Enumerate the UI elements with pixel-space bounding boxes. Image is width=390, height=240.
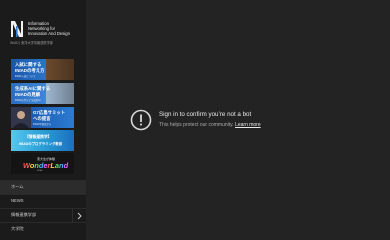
nav-item-home[interactable]: ホーム — [0, 180, 86, 194]
banner-title-2: INIADのプログラミング教育 — [19, 142, 63, 146]
video-embed-overlay: Sign in to confirm you’re not a bot This… — [86, 0, 390, 240]
banner-wonderland-title: WonderLand — [23, 161, 68, 170]
nav-item-label: ホーム — [11, 184, 24, 189]
overlay-title: Sign in to confirm you’re not a bot — [159, 111, 252, 118]
wonderland-letter: W — [23, 161, 30, 170]
logo-text: Information Networking for Innovation An… — [28, 21, 70, 36]
banner-caption: INIADの学びと生成系AI — [15, 99, 41, 102]
iniad-logo[interactable]: Information Networking for Innovation An… — [10, 20, 84, 48]
logo-subtitle: INIAD | 東洋大学情報連携学部 — [10, 41, 53, 45]
nav-item-label: NEWS — [11, 198, 24, 203]
nav-item-label: 大学院 — [11, 226, 24, 231]
banner-caption: INIAD学部長から — [33, 123, 52, 126]
overlay-body-text: This helps protect our community. — [159, 122, 234, 128]
alert-icon — [130, 109, 152, 131]
banner-programming-education[interactable]: 【情報連携学】 INIADのプログラミング教育 — [11, 130, 74, 151]
banner-generative-ai[interactable]: 生成系AIに関する INIADの見解 INIADの学びと生成系AI — [11, 83, 74, 104]
banner-caption: INIAD入試について — [15, 75, 36, 78]
banner-caption: INIAD — [37, 170, 43, 172]
banner-title-1: 【情報連携学】 — [25, 135, 52, 139]
logo-line-3: Innovation And Design — [28, 31, 70, 36]
nav-item-graduate-school[interactable]: 大学院 — [0, 222, 86, 236]
learn-more-link[interactable]: Learn more — [235, 122, 261, 128]
iniad-logo-icon — [11, 21, 23, 37]
overlay-body: This helps protect our community. Learn … — [159, 122, 261, 128]
banner-admission-policy[interactable]: 入試に関する INIADの考え方 INIAD入試について — [11, 59, 74, 80]
banner-g7-summit[interactable]: G7広島サミット への提言 INIAD学部長から — [11, 107, 74, 128]
banner-wonderland[interactable]: 東大生が体験 WonderLand INIAD — [11, 153, 74, 174]
speaker-portrait-icon — [11, 107, 31, 128]
nav-item-news[interactable]: NEWS — [0, 194, 86, 208]
nav-item-label: 情報連携学部 — [11, 212, 37, 217]
nav-item-faculty[interactable]: 情報連携学部 — [0, 208, 86, 223]
expand-submenu-button[interactable] — [72, 209, 86, 223]
sidebar: Information Networking for Innovation An… — [0, 0, 86, 240]
chevron-right-icon — [77, 212, 82, 220]
wonderland-letter: d — [63, 161, 69, 170]
